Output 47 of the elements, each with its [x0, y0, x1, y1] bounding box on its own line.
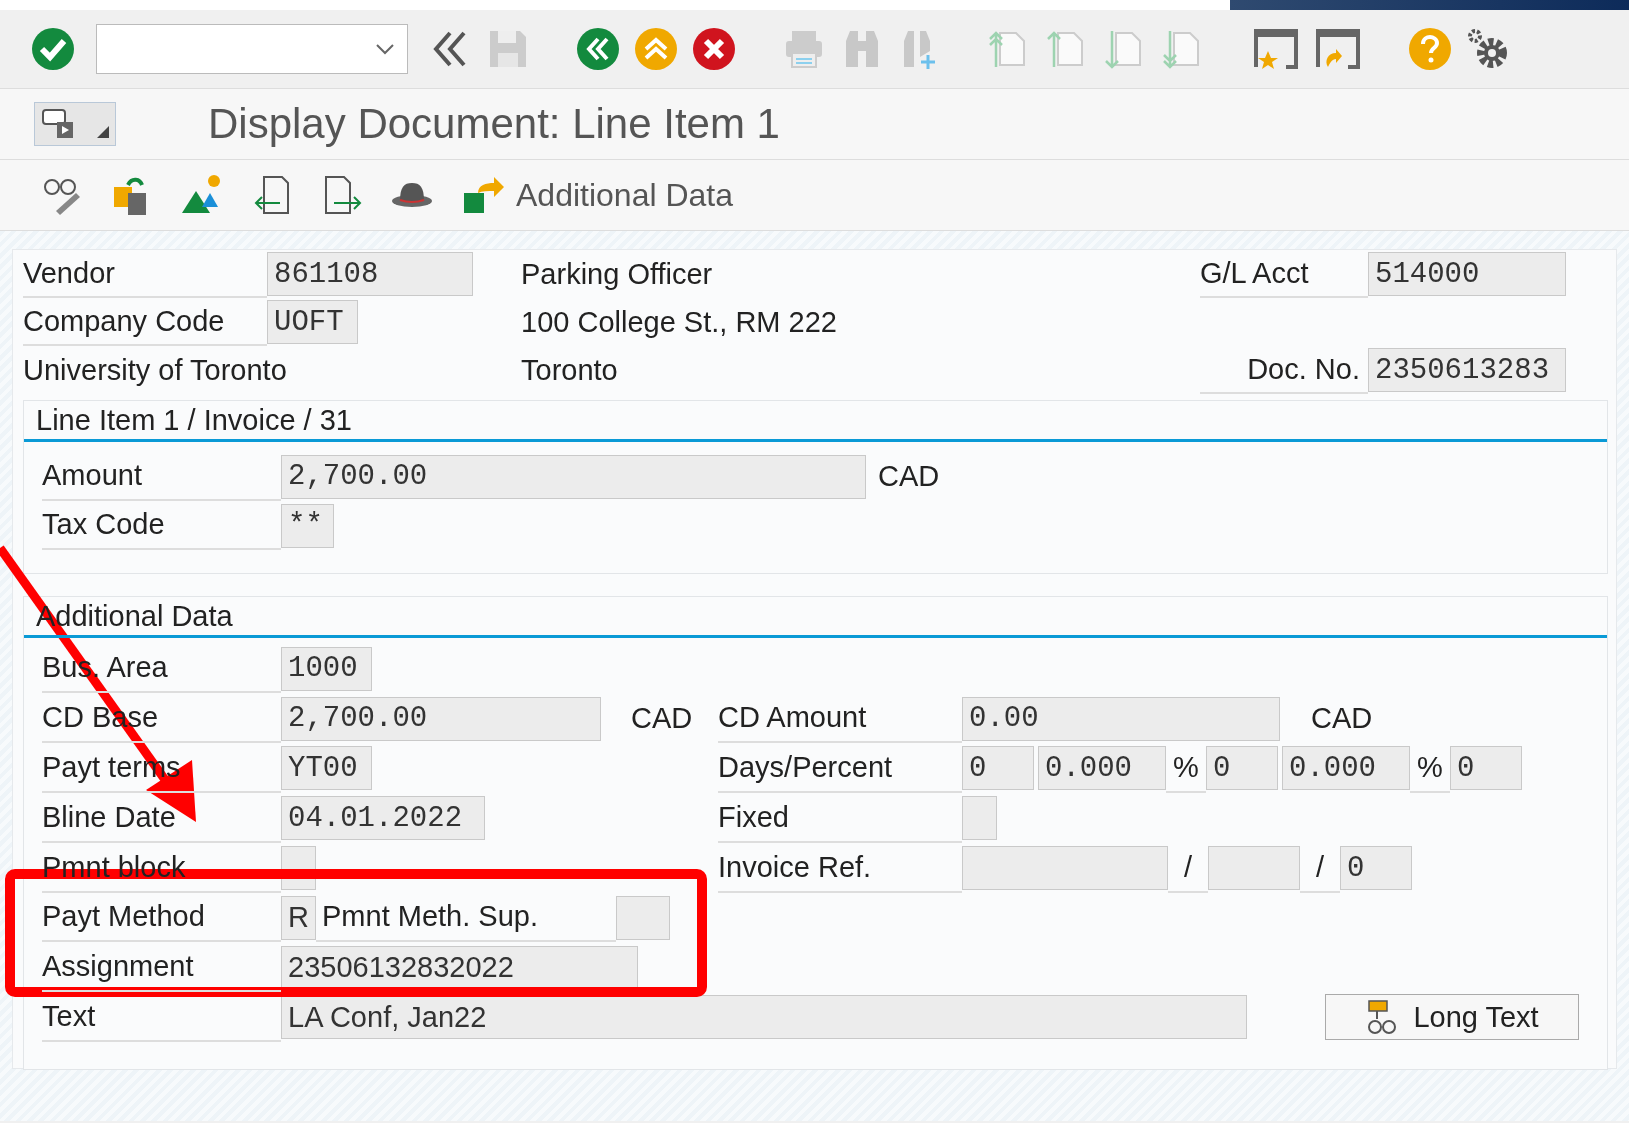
assignment-field[interactable]: 23506132832022: [281, 945, 638, 990]
cancel-icon[interactable]: [692, 27, 736, 71]
caret-icon: [97, 126, 109, 138]
currency-label: CAD: [1311, 702, 1373, 736]
vendor-name: Parking Officer: [521, 256, 714, 292]
baseline-date-field[interactable]: 04.01.2022: [281, 796, 485, 841]
days-field[interactable]: 0: [1450, 746, 1522, 791]
currency-label: CAD: [878, 460, 940, 493]
payment-method-supplement-field[interactable]: [616, 895, 670, 940]
line-item-field[interactable]: 0: [1340, 846, 1412, 891]
help-icon[interactable]: [1408, 27, 1452, 71]
fixed-field[interactable]: [962, 796, 997, 841]
vendor-city: Toronto: [521, 352, 619, 388]
cd-amount-field[interactable]: 0.00: [962, 696, 1280, 741]
exit-icon[interactable]: [634, 27, 678, 71]
command-field[interactable]: [96, 24, 408, 74]
days-field[interactable]: 0: [1206, 746, 1278, 791]
settings-icon[interactable]: [1466, 27, 1510, 71]
favorite-window-icon[interactable]: [1252, 27, 1300, 71]
payment-method-field[interactable]: R: [281, 895, 316, 940]
fiscal-year-field[interactable]: [1208, 846, 1300, 891]
company-name: University of Toronto: [23, 352, 288, 388]
additional-data-button[interactable]: Additional Data: [460, 173, 734, 217]
group-title: Line Item 1 / Invoice / 31: [24, 401, 1607, 442]
gl-account-field[interactable]: 514000: [1368, 252, 1566, 296]
invoice-reference-field[interactable]: [962, 846, 1168, 891]
tax-code-field[interactable]: **: [281, 503, 334, 548]
text-field[interactable]: LA Conf, Jan22: [281, 995, 1247, 1040]
long-text-button[interactable]: Long Text: [1325, 994, 1579, 1041]
days-field[interactable]: 0: [962, 746, 1034, 791]
dropdown-icon[interactable]: [375, 43, 395, 55]
screen-title: Display Document: Line Item 1: [208, 100, 780, 148]
vendor-field[interactable]: 861108: [267, 252, 473, 296]
layout-button[interactable]: [34, 102, 116, 146]
company-code-field[interactable]: UOFT: [267, 300, 358, 344]
percent-field[interactable]: 0.000: [1038, 746, 1166, 791]
business-area-field[interactable]: 1000: [281, 646, 372, 691]
currency-label: CAD: [631, 702, 693, 736]
percent-field[interactable]: 0.000: [1282, 746, 1410, 791]
cd-base-field[interactable]: 2,700.00: [281, 696, 601, 741]
enter-icon[interactable]: [30, 26, 76, 72]
shortcut-window-icon[interactable]: [1314, 27, 1362, 71]
document-number-field[interactable]: 2350613283: [1368, 348, 1566, 392]
amount-field[interactable]: 2,700.00: [281, 454, 866, 499]
back-icon[interactable]: [576, 27, 620, 71]
payment-terms-field[interactable]: YT00: [281, 746, 372, 791]
vendor-address: 100 College St., RM 222: [521, 304, 838, 340]
